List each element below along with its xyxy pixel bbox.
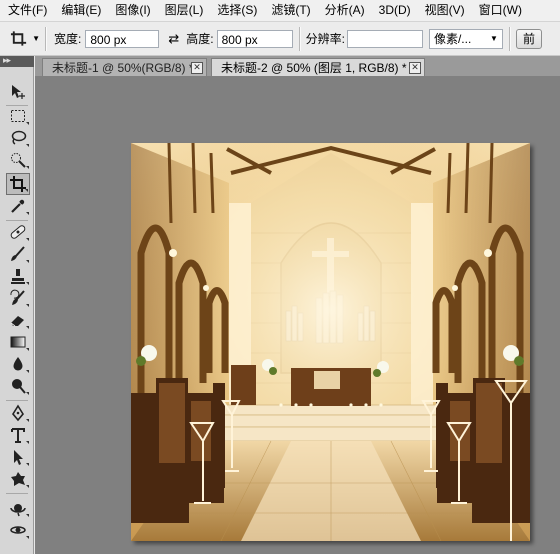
- divider: [6, 400, 28, 401]
- shape-tool-icon: [11, 472, 25, 486]
- tools-panel-header[interactable]: ▸▸: [0, 55, 34, 67]
- resolution-label: 分辨率:: [305, 32, 345, 46]
- front-image-button[interactable]: 前: [515, 28, 542, 49]
- chapel-photo: [131, 143, 530, 541]
- gradient-tool-icon: [10, 336, 26, 348]
- tab-document-2[interactable]: 未标题-2 @ 50% (图层 1, RGB/8) * ✕: [211, 58, 425, 76]
- marquee-tool-icon: [11, 110, 25, 122]
- eraser-tool-icon: [10, 316, 24, 327]
- tool-preset-picker[interactable]: ▼: [0, 26, 40, 52]
- brush-tool-icon: [11, 246, 25, 261]
- options-bar: ▼ 宽度: 800 px ⇄ 高度: 800 px 分辨率: 像素/... ▼ …: [0, 22, 560, 56]
- marquee-tool[interactable]: [6, 105, 30, 127]
- crop-tool[interactable]: [6, 173, 30, 195]
- resolution-unit-select[interactable]: 像素/... ▼: [428, 28, 503, 49]
- close-icon[interactable]: ✕: [191, 62, 203, 74]
- menu-select[interactable]: 选择(S): [209, 0, 263, 21]
- path-select-tool[interactable]: [6, 446, 30, 468]
- tab-document-1[interactable]: 未标题-1 @ 50%(RGB/8) * ✕: [42, 58, 207, 76]
- eyedropper-tool[interactable]: [6, 195, 30, 217]
- close-icon[interactable]: ✕: [409, 62, 421, 74]
- move-tool[interactable]: [6, 81, 30, 103]
- divider: [6, 493, 28, 494]
- separator: [508, 26, 511, 51]
- height-label: 高度:: [186, 32, 214, 46]
- separator: [298, 26, 301, 51]
- resolution-field[interactable]: [346, 29, 423, 48]
- menu-analysis[interactable]: 分析(A): [317, 0, 371, 21]
- tools-panel: [0, 67, 34, 554]
- clone-stamp-tool-icon: [11, 269, 25, 284]
- blur-tool[interactable]: [6, 353, 30, 375]
- quick-select-tool[interactable]: [6, 149, 30, 171]
- chevron-down-icon: ▼: [490, 33, 498, 43]
- chevron-down-icon: ▼: [32, 34, 40, 43]
- dodge-tool[interactable]: [6, 375, 30, 397]
- menu-3d[interactable]: 3D(D): [371, 0, 417, 21]
- tab-label: 未标题-2 @ 50% (图层 1, RGB/8) *: [221, 61, 407, 75]
- tab-label: 未标题-1 @ 50%(RGB/8) *: [52, 61, 194, 75]
- unit-select-value: 像素/...: [433, 31, 472, 46]
- type-tool-icon: [11, 428, 25, 443]
- lasso-tool-icon: [11, 130, 27, 145]
- menu-window[interactable]: 窗口(W): [471, 0, 528, 21]
- eraser-tool[interactable]: [6, 309, 30, 331]
- pen-tool[interactable]: [6, 402, 30, 424]
- menu-view[interactable]: 视图(V): [417, 0, 471, 21]
- menu-layer[interactable]: 图层(L): [157, 0, 210, 21]
- 3d-orbit-tool-icon: [10, 526, 26, 534]
- blur-tool-icon: [13, 357, 23, 371]
- separator: [45, 26, 47, 51]
- healing-brush-tool[interactable]: [6, 221, 30, 243]
- shape-tool[interactable]: [6, 468, 30, 490]
- menu-bar: 文件(F) 编辑(E) 图像(I) 图层(L) 选择(S) 滤镜(T) 分析(A…: [0, 0, 560, 22]
- swap-arrows-icon[interactable]: ⇄: [168, 31, 179, 47]
- 3d-rotate-tool-icon: [10, 504, 26, 517]
- 3d-rotate-tool[interactable]: [6, 497, 30, 519]
- collapse-icon[interactable]: ▸▸: [3, 55, 11, 66]
- history-brush-tool-icon: [10, 289, 25, 305]
- menu-image[interactable]: 图像(I): [107, 0, 156, 21]
- move-tool-icon: [12, 85, 25, 99]
- gradient-tool[interactable]: [6, 331, 30, 353]
- eyedropper-tool-icon: [11, 199, 25, 213]
- width-field[interactable]: 800 px: [85, 29, 160, 48]
- type-tool[interactable]: [6, 424, 30, 446]
- menu-filter[interactable]: 滤镜(T): [263, 0, 316, 21]
- document-canvas[interactable]: [131, 143, 530, 541]
- path-select-tool-icon: [14, 450, 23, 465]
- healing-brush-tool-icon: [10, 225, 26, 239]
- menu-file[interactable]: 文件(F): [0, 0, 53, 21]
- crop-tool-icon: [10, 30, 27, 46]
- dodge-tool-icon: [12, 379, 26, 394]
- 3d-orbit-tool[interactable]: [6, 519, 30, 541]
- menu-edit[interactable]: 编辑(E): [53, 0, 107, 21]
- clone-stamp-tool[interactable]: [6, 265, 30, 287]
- width-label: 宽度:: [54, 32, 82, 46]
- pen-tool-icon: [12, 404, 24, 422]
- height-field[interactable]: 800 px: [216, 29, 293, 48]
- quick-select-tool-icon: [11, 153, 26, 168]
- history-brush-tool[interactable]: [6, 287, 30, 309]
- lasso-tool[interactable]: [6, 127, 30, 149]
- document-tab-bar: 未标题-1 @ 50%(RGB/8) * ✕ 未标题-2 @ 50% (图层 1…: [35, 56, 560, 76]
- brush-tool[interactable]: [6, 243, 30, 265]
